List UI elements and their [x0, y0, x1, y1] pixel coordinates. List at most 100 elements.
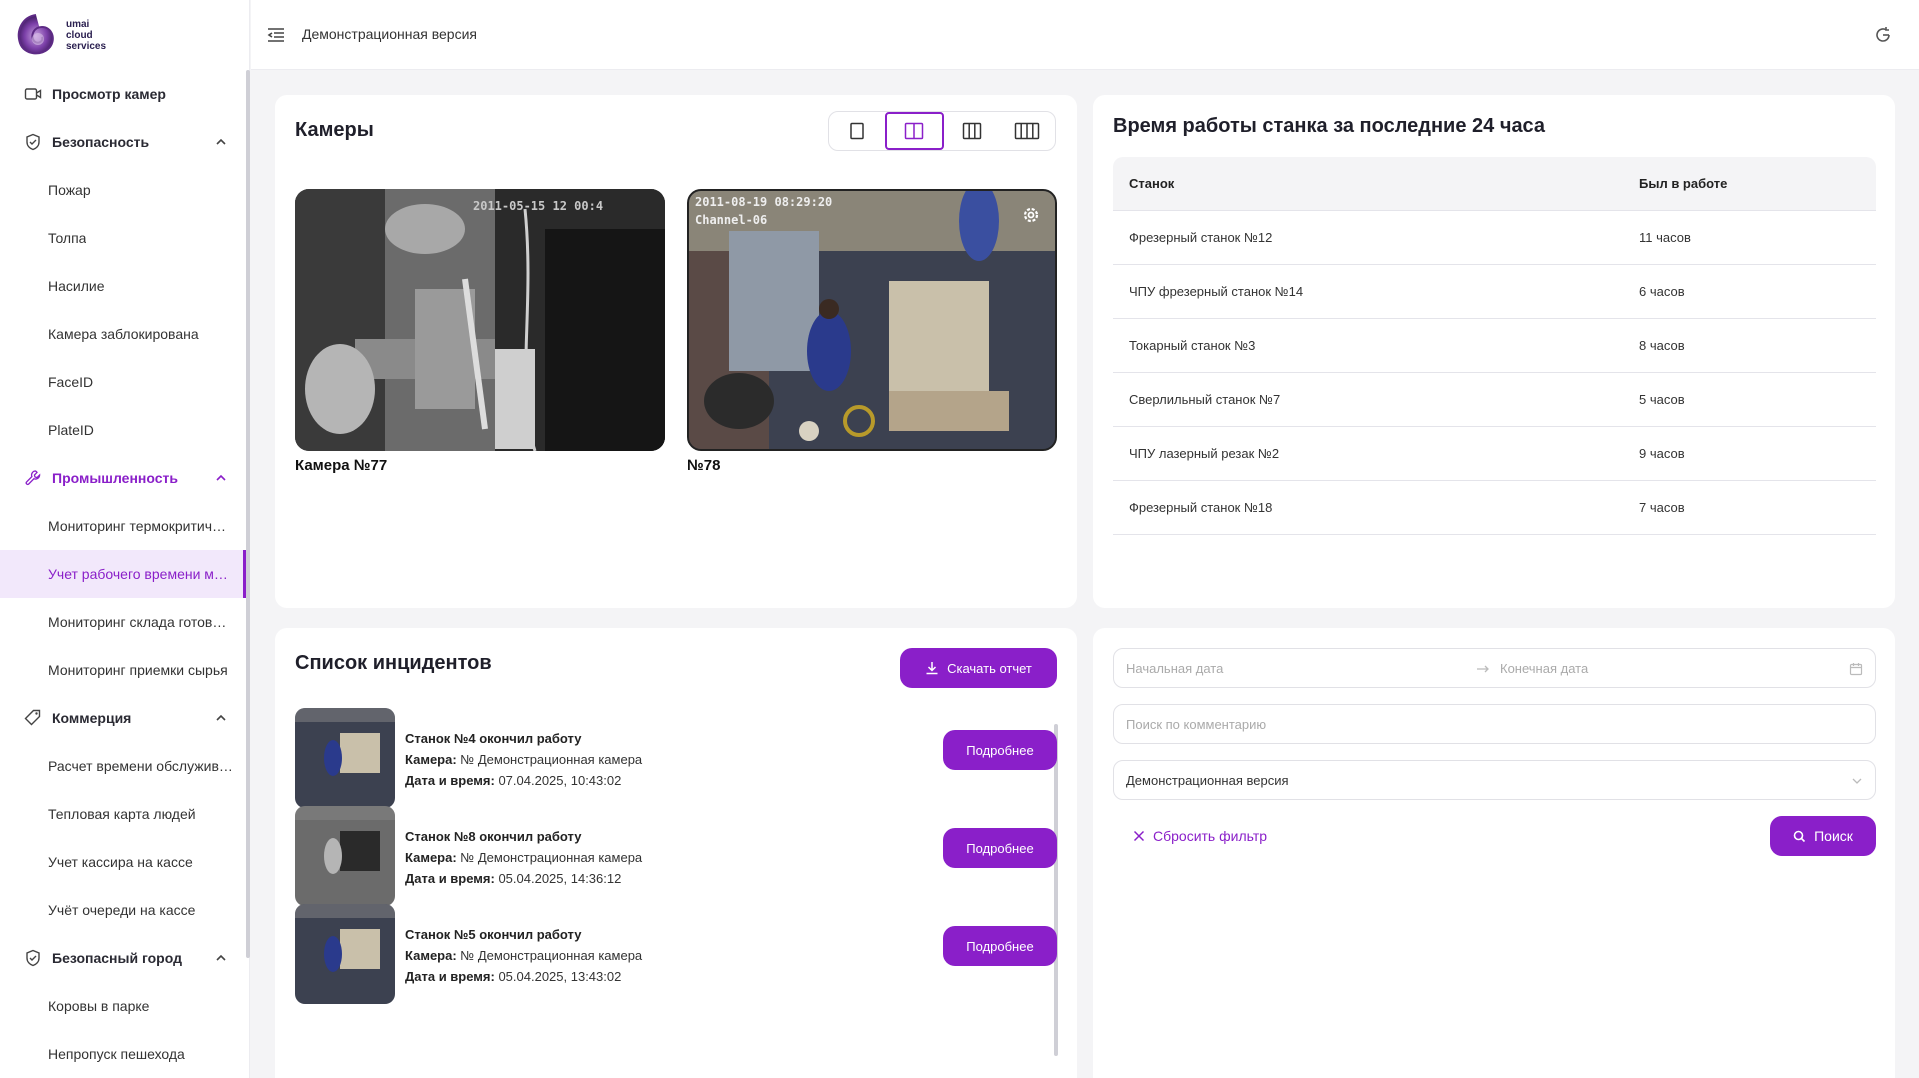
table-row: Сверлильный станок №7 5 часов: [1113, 373, 1876, 427]
details-button[interactable]: Подробнее: [943, 828, 1057, 868]
sidebar-scrollbar-thumb[interactable]: [246, 70, 250, 958]
worked-hours-cell: 7 часов: [1639, 500, 1685, 515]
incident-camera-value: № Демонстрационная камера: [460, 850, 643, 865]
sidebar-item-label: Учет рабочего времени ма…: [48, 566, 233, 582]
incident-camera-value: № Демонстрационная камера: [460, 752, 643, 767]
refresh-icon[interactable]: [1873, 25, 1893, 45]
sidebar-item-label: FaceID: [48, 374, 94, 390]
sidebar-item-8[interactable]: Промышленность: [0, 454, 246, 502]
sidebar-item-2[interactable]: Пожар: [0, 166, 246, 214]
list-item: Станок №5 окончил работу Камера: № Демонс…: [295, 904, 900, 1004]
incident-thumbnail[interactable]: [295, 904, 395, 1004]
camera-settings-gear-icon[interactable]: [1021, 205, 1041, 225]
camera-78-timestamp: 2011-08-19 08:29:20: [695, 195, 833, 209]
sidebar-item-16[interactable]: Учет кассира на кассе: [0, 838, 246, 886]
sidebar-item-12[interactable]: Мониторинг приемки сырья: [0, 646, 246, 694]
cameras-card: Камеры 2011-05-15 12 00:4 Камера №77 201…: [275, 95, 1077, 608]
layout-single-button[interactable]: [829, 112, 885, 150]
comment-search-input[interactable]: Поиск по комментарию: [1113, 704, 1876, 744]
incident-thumbnail[interactable]: [295, 708, 395, 808]
camera-feed-77[interactable]: 2011-05-15 12 00:4: [295, 189, 665, 451]
machine-name-cell: Сверлильный станок №7: [1129, 392, 1281, 407]
download-report-button[interactable]: Скачать отчет: [900, 648, 1057, 688]
camera-77-timestamp: 2011-05-15 12 00:4: [473, 199, 604, 213]
arrow-right-icon: [1477, 665, 1489, 673]
layout-toggle: [828, 111, 1056, 151]
download-icon: [926, 662, 938, 675]
worked-hours-cell: 9 часов: [1639, 446, 1685, 461]
chevron-up-icon[interactable]: [214, 951, 228, 965]
sidebar-item-19[interactable]: Коровы в парке: [0, 982, 246, 1030]
sidebar-item-label: Расчет времени обслужив…: [48, 758, 233, 774]
incident-details: Станок №4 окончил работу Камера: № Демонс…: [405, 728, 642, 791]
sidebar-item-10[interactable]: Учет рабочего времени ма…: [0, 550, 246, 598]
incident-thumbnail[interactable]: [295, 806, 395, 906]
column-header-worked: Был в работе: [1639, 176, 1728, 191]
organization-select[interactable]: Демонстрационная версия: [1113, 760, 1876, 800]
reset-filter-button[interactable]: Сбросить фильтр: [1133, 828, 1267, 844]
camera-77-frame: [295, 189, 665, 451]
table-row: Фрезерный станок №12 11 часов: [1113, 211, 1876, 265]
end-date-input[interactable]: Конечная дата: [1500, 661, 1588, 676]
incident-datetime: Дата и время: 05.04.2025, 13:43:02: [405, 966, 642, 987]
incident-camera-key: Камера:: [405, 850, 457, 865]
incident-camera-key: Камера:: [405, 948, 457, 963]
chevron-up-icon[interactable]: [214, 471, 228, 485]
details-button[interactable]: Подробнее: [943, 926, 1057, 966]
sidebar-item-17[interactable]: Учёт очереди на кассе: [0, 886, 246, 934]
incident-datetime-key: Дата и время:: [405, 871, 495, 886]
sidebar-item-1[interactable]: Безопасность: [0, 118, 246, 166]
sidebar-item-9[interactable]: Мониторинг термокритич…: [0, 502, 246, 550]
comment-search-placeholder: Поиск по комментарию: [1126, 717, 1267, 732]
sidebar-item-6[interactable]: FaceID: [0, 358, 246, 406]
sidebar-item-0[interactable]: Просмотр камер: [0, 70, 246, 118]
shield-icon: [24, 949, 42, 967]
incident-camera-key: Камера:: [405, 752, 457, 767]
sidebar-item-14[interactable]: Расчет времени обслужив…: [0, 742, 246, 790]
top-header: Демонстрационная версия: [251, 0, 1919, 70]
chevron-up-icon[interactable]: [214, 135, 228, 149]
start-date-input[interactable]: Начальная дата: [1126, 661, 1223, 676]
layout-four-column-button[interactable]: [1000, 112, 1056, 150]
sidebar-item-label: Камера заблокирована: [48, 326, 199, 342]
incident-title: Станок №5 окончил работу: [405, 927, 582, 942]
camera-feed-78[interactable]: 2011-08-19 08:29:20 Channel-06: [687, 189, 1057, 451]
layout-three-column-button[interactable]: [944, 112, 1000, 150]
table-row: Фрезерный станок №18 7 часов: [1113, 481, 1876, 535]
sidebar-item-4[interactable]: Насилие: [0, 262, 246, 310]
sidebar-item-7[interactable]: PlateID: [0, 406, 246, 454]
worked-hours-cell: 8 часов: [1639, 338, 1685, 353]
shield-icon: [24, 133, 42, 151]
calendar-icon[interactable]: [1849, 662, 1863, 676]
machine-uptime-card: Время работы станка за последние 24 часа…: [1093, 95, 1895, 608]
sidebar-scrollbar[interactable]: [246, 70, 250, 958]
search-button[interactable]: Поиск: [1770, 816, 1876, 856]
sidebar-item-5[interactable]: Камера заблокирована: [0, 310, 246, 358]
sidebar-item-label: Мониторинг термокритич…: [48, 518, 227, 534]
incident-title: Станок №4 окончил работу: [405, 731, 582, 746]
uptime-title: Время работы станка за последние 24 часа: [1113, 115, 1546, 137]
sidebar-item-label: Непропуск пешехода: [48, 1046, 185, 1062]
sidebar-item-15[interactable]: Тепловая карта людей: [0, 790, 246, 838]
sidebar-item-3[interactable]: Толпа: [0, 214, 246, 262]
incident-title: Станок №8 окончил работу: [405, 829, 582, 844]
sidebar-item-label: Коммерция: [52, 710, 132, 726]
incident-camera: Камера: № Демонстрационная камера: [405, 847, 642, 868]
brand-logo[interactable]: umai cloud services: [14, 10, 134, 60]
date-range-picker[interactable]: Начальная дата Конечная дата: [1113, 648, 1876, 688]
header-title: Демонстрационная версия: [302, 26, 477, 42]
sidebar-item-20[interactable]: Непропуск пешехода: [0, 1030, 246, 1078]
menu-collapse-icon[interactable]: [266, 25, 286, 45]
details-button[interactable]: Подробнее: [943, 730, 1057, 770]
sidebar-item-18[interactable]: Безопасный город: [0, 934, 246, 982]
incident-datetime: Дата и время: 05.04.2025, 14:36:12: [405, 868, 642, 889]
machine-name-cell: Токарный станок №3: [1129, 338, 1256, 353]
layout-two-column-button[interactable]: [884, 112, 944, 150]
sidebar-item-13[interactable]: Коммерция: [0, 694, 246, 742]
sidebar-item-11[interactable]: Мониторинг склада готов…: [0, 598, 246, 646]
incidents-card: Список инцидентов Скачать отчет Станок №…: [275, 628, 1077, 1078]
sidebar-item-label: Промышленность: [52, 470, 178, 486]
chevron-up-icon[interactable]: [214, 711, 228, 725]
tag-icon: [24, 709, 42, 727]
incidents-scrollbar[interactable]: [1054, 724, 1058, 1056]
